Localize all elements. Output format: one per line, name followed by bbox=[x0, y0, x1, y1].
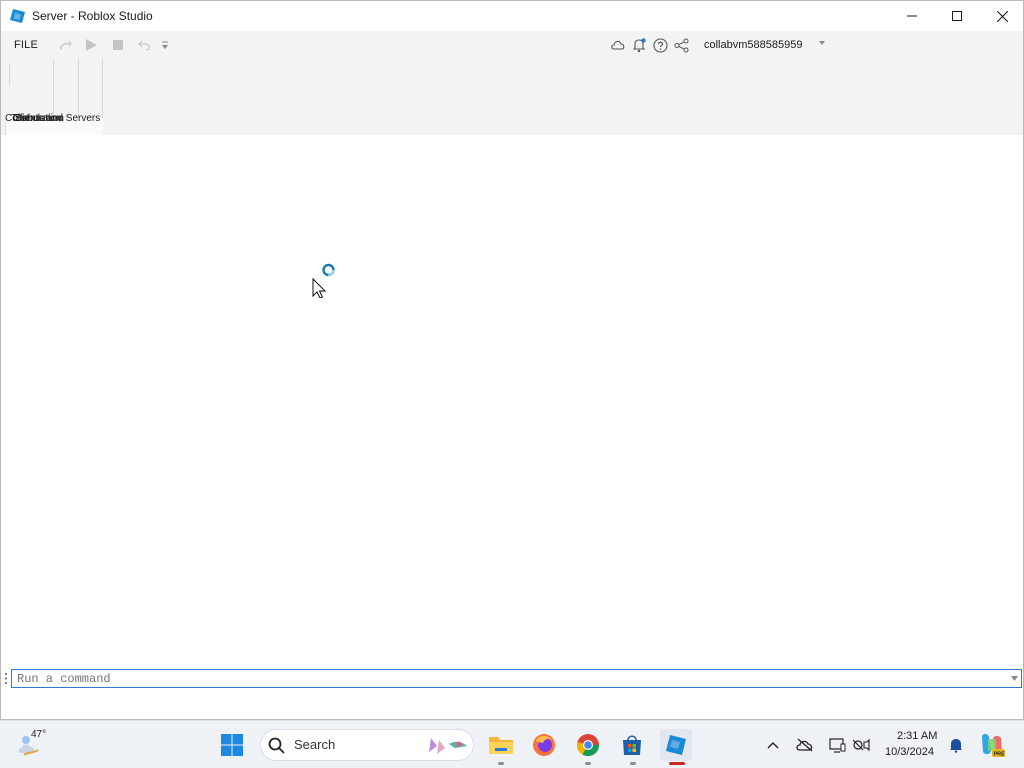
play-icon[interactable] bbox=[83, 37, 99, 53]
close-button[interactable] bbox=[979, 1, 1024, 31]
copilot-icon[interactable]: PRE bbox=[978, 731, 1006, 759]
network-sound-icon[interactable] bbox=[852, 737, 870, 753]
notification-bell-icon[interactable] bbox=[947, 737, 965, 753]
undo-icon[interactable] bbox=[136, 37, 152, 53]
chevron-up-icon[interactable] bbox=[764, 737, 782, 753]
grip-icon[interactable] bbox=[4, 672, 8, 685]
chevron-down-icon[interactable] bbox=[1008, 671, 1020, 686]
busy-cursor-icon bbox=[312, 263, 335, 298]
running-indicator bbox=[630, 762, 636, 765]
display-icon[interactable] bbox=[828, 737, 846, 753]
roblox-studio-window: Server - Roblox Studio FILE collabvm5885… bbox=[0, 0, 1024, 720]
viewport[interactable] bbox=[1, 135, 1023, 667]
active-indicator bbox=[669, 762, 685, 765]
minimize-button[interactable] bbox=[889, 1, 935, 31]
stop-icon[interactable] bbox=[110, 37, 126, 53]
command-bar bbox=[1, 668, 1023, 689]
firefox-icon[interactable] bbox=[528, 729, 560, 761]
title-bar: Server - Roblox Studio bbox=[1, 1, 1023, 31]
roblox-studio-icon[interactable] bbox=[660, 729, 692, 761]
chevron-down-icon[interactable] bbox=[819, 41, 825, 45]
taskbar-search[interactable] bbox=[260, 729, 474, 761]
cloud-icon[interactable] bbox=[609, 36, 627, 54]
close-icon bbox=[996, 10, 1008, 22]
microsoft-store-icon[interactable] bbox=[616, 729, 648, 761]
maximize-icon bbox=[952, 11, 962, 21]
search-icon bbox=[268, 737, 285, 759]
taskbar: 47° Search 2:31 AM 10/3/2024 PRE bbox=[0, 720, 1024, 768]
tab-clients-and-servers[interactable]: Clients and Servers bbox=[13, 113, 100, 124]
divider bbox=[9, 63, 10, 85]
svg-text:PRE: PRE bbox=[994, 752, 1006, 758]
help-icon[interactable] bbox=[651, 36, 669, 54]
search-highlight-icon bbox=[425, 734, 471, 763]
search-label: Search bbox=[294, 737, 336, 752]
command-input[interactable] bbox=[11, 669, 1022, 688]
user-account-name[interactable]: collabvm588585959 bbox=[704, 39, 802, 51]
redo-icon[interactable] bbox=[57, 37, 73, 53]
file-menu[interactable]: FILE bbox=[14, 39, 38, 51]
window-title: Server - Roblox Studio bbox=[32, 9, 153, 23]
minimize-icon bbox=[907, 15, 917, 17]
windows-start-icon[interactable] bbox=[216, 729, 248, 761]
running-indicator bbox=[585, 762, 591, 765]
share-icon[interactable] bbox=[672, 36, 690, 54]
quick-access-toolbar: FILE collabvm588585959 bbox=[1, 31, 1023, 59]
file-explorer-icon[interactable] bbox=[485, 729, 517, 761]
roblox-studio-icon bbox=[10, 8, 26, 24]
maximize-button[interactable] bbox=[934, 1, 980, 31]
weather-temperature[interactable]: 47° bbox=[31, 729, 46, 740]
clock-time[interactable]: 2:31 AM bbox=[897, 730, 937, 742]
running-indicator bbox=[498, 762, 504, 765]
clock-date[interactable]: 10/3/2024 bbox=[885, 746, 934, 758]
onedrive-offline-icon[interactable] bbox=[796, 737, 814, 753]
customize-icon[interactable] bbox=[157, 37, 173, 53]
chrome-icon[interactable] bbox=[572, 729, 604, 761]
ribbon: FILE collabvm588585959 Collaboration Tes… bbox=[1, 31, 1023, 162]
notification-bell-icon[interactable] bbox=[630, 36, 648, 54]
